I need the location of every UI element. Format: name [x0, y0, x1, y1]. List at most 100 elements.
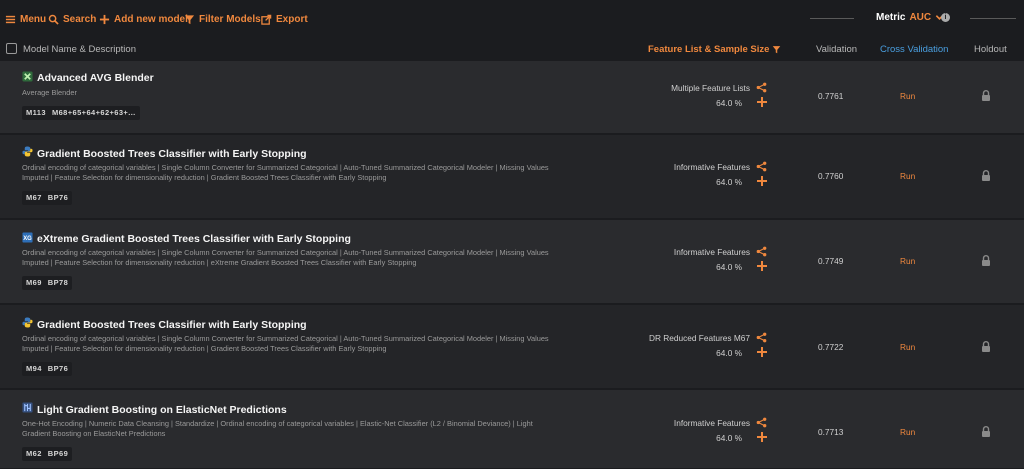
- feature-list-share-icon[interactable]: [756, 332, 767, 343]
- feature-list-share-icon[interactable]: [756, 417, 767, 428]
- validation-score: 0.7760: [818, 171, 844, 181]
- column-group-bracket-left: [810, 18, 854, 19]
- python-icon: [22, 146, 33, 157]
- add-sample-size-icon[interactable]: [757, 97, 767, 107]
- feature-list-share-icon[interactable]: [756, 161, 767, 172]
- blueprint-id: BP78: [47, 278, 69, 287]
- python-icon: [22, 317, 33, 328]
- cross-validation-run-link[interactable]: Run: [900, 256, 915, 266]
- select-all-checkbox[interactable]: [6, 43, 17, 54]
- model-description: Average Blender: [22, 88, 77, 97]
- model-title[interactable]: Light Gradient Boosting on ElasticNet Pr…: [37, 404, 287, 416]
- lightgbm-icon: [22, 402, 33, 413]
- model-badge[interactable]: M113 M68+65+64+62+63+...: [22, 106, 140, 120]
- table-row[interactable]: Advanced AVG Blender Average Blender M11…: [0, 61, 1024, 135]
- menu-label: Menu: [20, 13, 47, 25]
- validation-score: 0.7722: [818, 342, 844, 352]
- menu-button[interactable]: Menu: [5, 12, 46, 26]
- sample-size: 64.0 %: [716, 177, 742, 187]
- column-header-validation[interactable]: Validation: [816, 44, 857, 55]
- search-icon: [48, 14, 59, 25]
- model-title[interactable]: eXtreme Gradient Boosted Trees Classifie…: [37, 233, 351, 245]
- sample-size: 64.0 %: [716, 262, 742, 272]
- table-row[interactable]: Gradient Boosted Trees Classifier with E…: [0, 305, 1024, 390]
- feature-list-name[interactable]: Multiple Feature Lists: [671, 83, 750, 93]
- model-id: M113: [26, 108, 46, 117]
- add-new-model-label: Add new model: [114, 13, 188, 25]
- model-title[interactable]: Gradient Boosted Trees Classifier with E…: [37, 319, 307, 331]
- model-id: M94: [26, 364, 42, 373]
- cross-validation-run-link[interactable]: Run: [900, 427, 915, 437]
- lock-icon: [982, 170, 990, 181]
- lock-icon: [982, 255, 990, 266]
- add-sample-size-icon[interactable]: [757, 432, 767, 442]
- filter-models-label: Filter Models: [199, 13, 261, 25]
- validation-score: 0.7713: [818, 427, 844, 437]
- column-header-feature-list[interactable]: Feature List & Sample Size: [648, 44, 781, 55]
- sample-size: 64.0 %: [716, 433, 742, 443]
- filter-icon: [773, 46, 781, 54]
- table-row[interactable]: Light Gradient Boosting on ElasticNet Pr…: [0, 390, 1024, 469]
- cross-validation-run-link[interactable]: Run: [900, 342, 915, 352]
- table-header: Model Name & Description Feature List & …: [0, 36, 1024, 61]
- blueprint-id: M68+65+64+62+63+...: [51, 108, 136, 117]
- column-group-bracket-right: [970, 18, 1016, 19]
- sample-size: 64.0 %: [716, 348, 742, 358]
- hamburger-icon: [5, 15, 16, 23]
- filter-models-button[interactable]: Filter Models: [184, 12, 261, 26]
- export-button[interactable]: Export: [261, 12, 308, 26]
- add-sample-size-icon[interactable]: [757, 176, 767, 186]
- column-header-feature-label: Feature List & Sample Size: [648, 44, 770, 55]
- blueprint-id: BP76: [47, 193, 69, 202]
- lock-icon: [982, 341, 990, 352]
- add-new-model-button[interactable]: Add new model: [99, 12, 188, 26]
- feature-list-name[interactable]: DR Reduced Features M67: [649, 333, 750, 343]
- table-row[interactable]: XG eXtreme Gradient Boosted Trees Classi…: [0, 220, 1024, 305]
- column-header-cross-validation[interactable]: Cross Validation: [880, 44, 948, 55]
- info-icon[interactable]: i: [941, 13, 950, 22]
- cross-validation-run-link[interactable]: Run: [900, 171, 915, 181]
- sample-size: 64.0 %: [716, 98, 742, 108]
- model-description: Ordinal encoding of categorical variable…: [22, 248, 549, 267]
- metric-selector[interactable]: Metric AUC: [876, 12, 944, 23]
- blender-icon: [22, 71, 33, 82]
- model-description: Ordinal encoding of categorical variable…: [22, 334, 549, 353]
- search-button[interactable]: Search: [48, 12, 96, 26]
- cross-validation-run-link[interactable]: Run: [900, 91, 915, 101]
- leaderboard-table: Advanced AVG Blender Average Blender M11…: [0, 61, 1024, 469]
- search-label: Search: [63, 13, 97, 25]
- column-header-model[interactable]: Model Name & Description: [23, 44, 136, 55]
- add-sample-size-icon[interactable]: [757, 347, 767, 357]
- model-title[interactable]: Gradient Boosted Trees Classifier with E…: [37, 148, 307, 160]
- feature-list-name[interactable]: Informative Features: [674, 418, 750, 428]
- column-header-holdout[interactable]: Holdout: [974, 44, 1007, 55]
- metric-value: AUC: [909, 12, 932, 23]
- feature-list-share-icon[interactable]: [756, 82, 767, 93]
- xgboost-icon: XG: [22, 232, 33, 243]
- plus-icon: [99, 14, 110, 24]
- blueprint-id: BP76: [47, 364, 69, 373]
- feature-list-share-icon[interactable]: [756, 246, 767, 257]
- feature-list-name[interactable]: Informative Features: [674, 247, 750, 257]
- feature-list-name[interactable]: Informative Features: [674, 162, 750, 172]
- model-id: M67: [26, 193, 42, 202]
- lock-icon: [982, 90, 990, 101]
- model-id: M69: [26, 278, 42, 287]
- model-title[interactable]: Advanced AVG Blender: [37, 72, 154, 84]
- model-badge[interactable]: M94 BP76: [22, 362, 73, 376]
- model-badge[interactable]: M67 BP76: [22, 191, 73, 205]
- validation-score: 0.7749: [818, 256, 844, 266]
- metric-label: Metric: [876, 12, 906, 23]
- model-badge[interactable]: M62 BP69: [22, 447, 73, 461]
- model-id: M62: [26, 449, 42, 458]
- model-description: Ordinal encoding of categorical variable…: [22, 163, 549, 182]
- lock-icon: [982, 426, 990, 437]
- blueprint-id: BP69: [47, 449, 69, 458]
- model-description: One-Hot Encoding | Numeric Data Cleansin…: [22, 419, 533, 438]
- model-badge[interactable]: M69 BP78: [22, 276, 73, 290]
- toolbar: Menu Search Add new model Filter Models …: [0, 0, 1024, 36]
- add-sample-size-icon[interactable]: [757, 261, 767, 271]
- export-icon: [261, 14, 272, 25]
- validation-score: 0.7761: [818, 91, 844, 101]
- table-row[interactable]: Gradient Boosted Trees Classifier with E…: [0, 135, 1024, 220]
